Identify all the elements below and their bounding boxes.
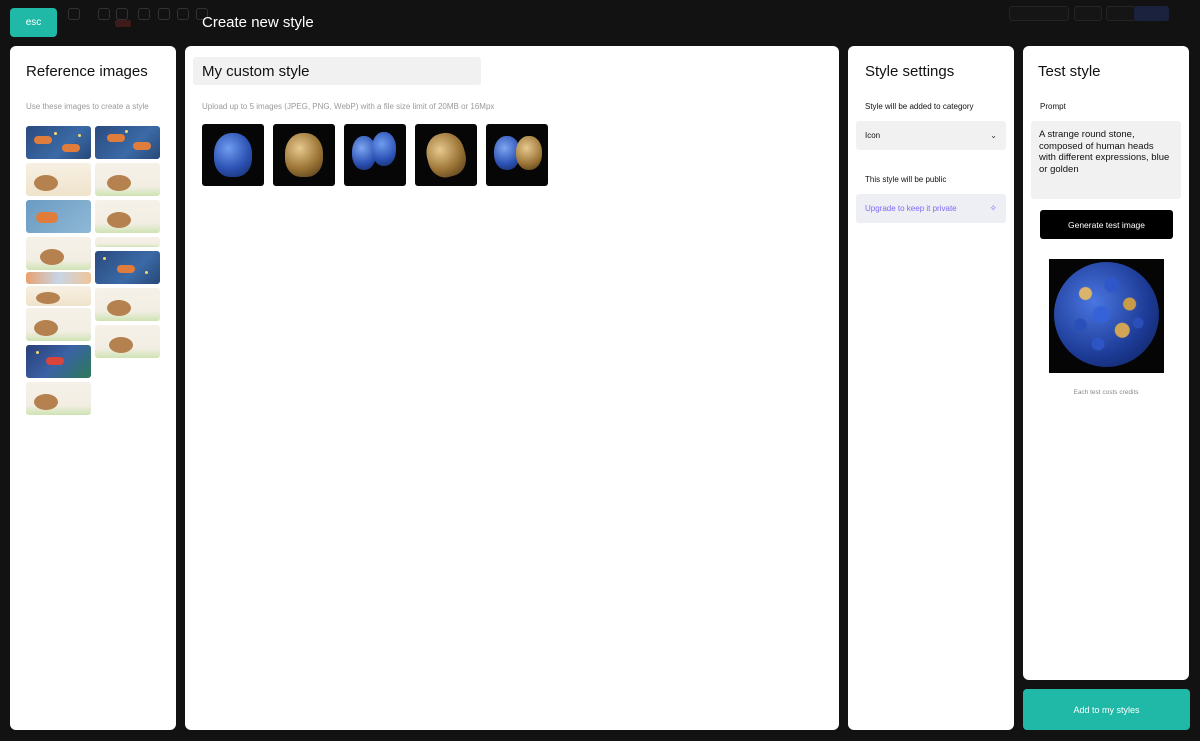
reference-thumb[interactable] xyxy=(95,251,160,284)
box-icon xyxy=(116,8,128,20)
upgrade-private-button[interactable]: Upgrade to keep it private ✧ xyxy=(856,194,1006,223)
settings-heading: Style settings xyxy=(865,63,955,80)
reference-thumb[interactable] xyxy=(26,237,91,270)
uploaded-image[interactable] xyxy=(202,124,264,186)
toolbar-pill xyxy=(1074,6,1102,21)
reference-thumb[interactable] xyxy=(26,163,91,196)
category-value: Icon xyxy=(865,131,881,140)
reference-thumb[interactable] xyxy=(26,200,91,233)
toolbar-primary xyxy=(1134,6,1169,21)
reference-thumb[interactable] xyxy=(95,288,160,321)
panel-divider xyxy=(1015,76,1021,92)
reference-thumb[interactable] xyxy=(95,237,160,247)
upgrade-label: Upgrade to keep it private xyxy=(865,204,957,213)
reference-hint: Use these images to create a style xyxy=(26,102,149,111)
panel-divider xyxy=(1015,46,1021,62)
upload-hint: Upload up to 5 images (JPEG, PNG, WebP) … xyxy=(202,102,495,111)
esc-button[interactable]: esc xyxy=(10,8,57,37)
shape-icon xyxy=(98,8,110,20)
reference-thumb[interactable] xyxy=(26,272,91,284)
test-style-panel: Test style Prompt A strange round stone,… xyxy=(1023,46,1189,680)
reference-thumb[interactable] xyxy=(26,308,91,341)
new-badge xyxy=(115,20,131,27)
uploaded-image[interactable] xyxy=(486,124,548,186)
style-settings-panel: Style settings Style will be added to ca… xyxy=(848,46,1014,730)
panel-divider xyxy=(177,76,183,92)
reference-thumb[interactable] xyxy=(95,200,160,233)
info-icon xyxy=(177,8,189,20)
undo-icon xyxy=(68,8,80,20)
uploaded-image[interactable] xyxy=(344,124,406,186)
reference-images-panel: Reference images Use these images to cre… xyxy=(10,46,176,730)
visibility-label: This style will be public xyxy=(865,175,947,184)
prompt-input[interactable]: A strange round stone, composed of human… xyxy=(1031,121,1181,199)
reference-thumb[interactable] xyxy=(26,126,91,159)
uploaded-image[interactable] xyxy=(415,124,477,186)
category-select[interactable]: Icon ⌄ xyxy=(856,121,1006,150)
credits-note: Each test costs credits xyxy=(1073,389,1139,396)
chevron-down-icon: ⌄ xyxy=(990,131,997,140)
background-toolbar xyxy=(0,0,1200,28)
generate-test-image-button[interactable]: Generate test image xyxy=(1040,210,1173,239)
uploaded-image[interactable] xyxy=(273,124,335,186)
style-name-input[interactable] xyxy=(193,57,481,85)
add-to-my-styles-button[interactable]: Add to my styles xyxy=(1023,689,1190,730)
reference-heading: Reference images xyxy=(26,63,148,80)
sparkle-icon: ✧ xyxy=(989,203,997,213)
test-result-image[interactable] xyxy=(1049,259,1164,373)
category-label: Style will be added to category xyxy=(865,102,974,111)
panel-divider xyxy=(177,46,183,62)
prompt-label: Prompt xyxy=(1040,102,1066,111)
modal-title: Create new style xyxy=(202,14,314,31)
reference-thumb[interactable] xyxy=(95,163,160,196)
generated-sphere xyxy=(1054,262,1159,367)
reference-thumb[interactable] xyxy=(26,286,91,306)
reference-thumb[interactable] xyxy=(95,325,160,358)
toolbar-pill xyxy=(1106,6,1136,21)
text-icon xyxy=(158,8,170,20)
style-upload-panel: Upload up to 5 images (JPEG, PNG, WebP) … xyxy=(185,46,839,730)
panel-divider xyxy=(840,76,846,92)
reference-thumb[interactable] xyxy=(26,345,91,378)
toolbar-pill xyxy=(1009,6,1069,21)
test-heading: Test style xyxy=(1038,63,1101,80)
reference-thumb[interactable] xyxy=(26,382,91,415)
panel-divider xyxy=(840,46,846,62)
reference-thumb[interactable] xyxy=(95,126,160,159)
globe-icon xyxy=(138,8,150,20)
